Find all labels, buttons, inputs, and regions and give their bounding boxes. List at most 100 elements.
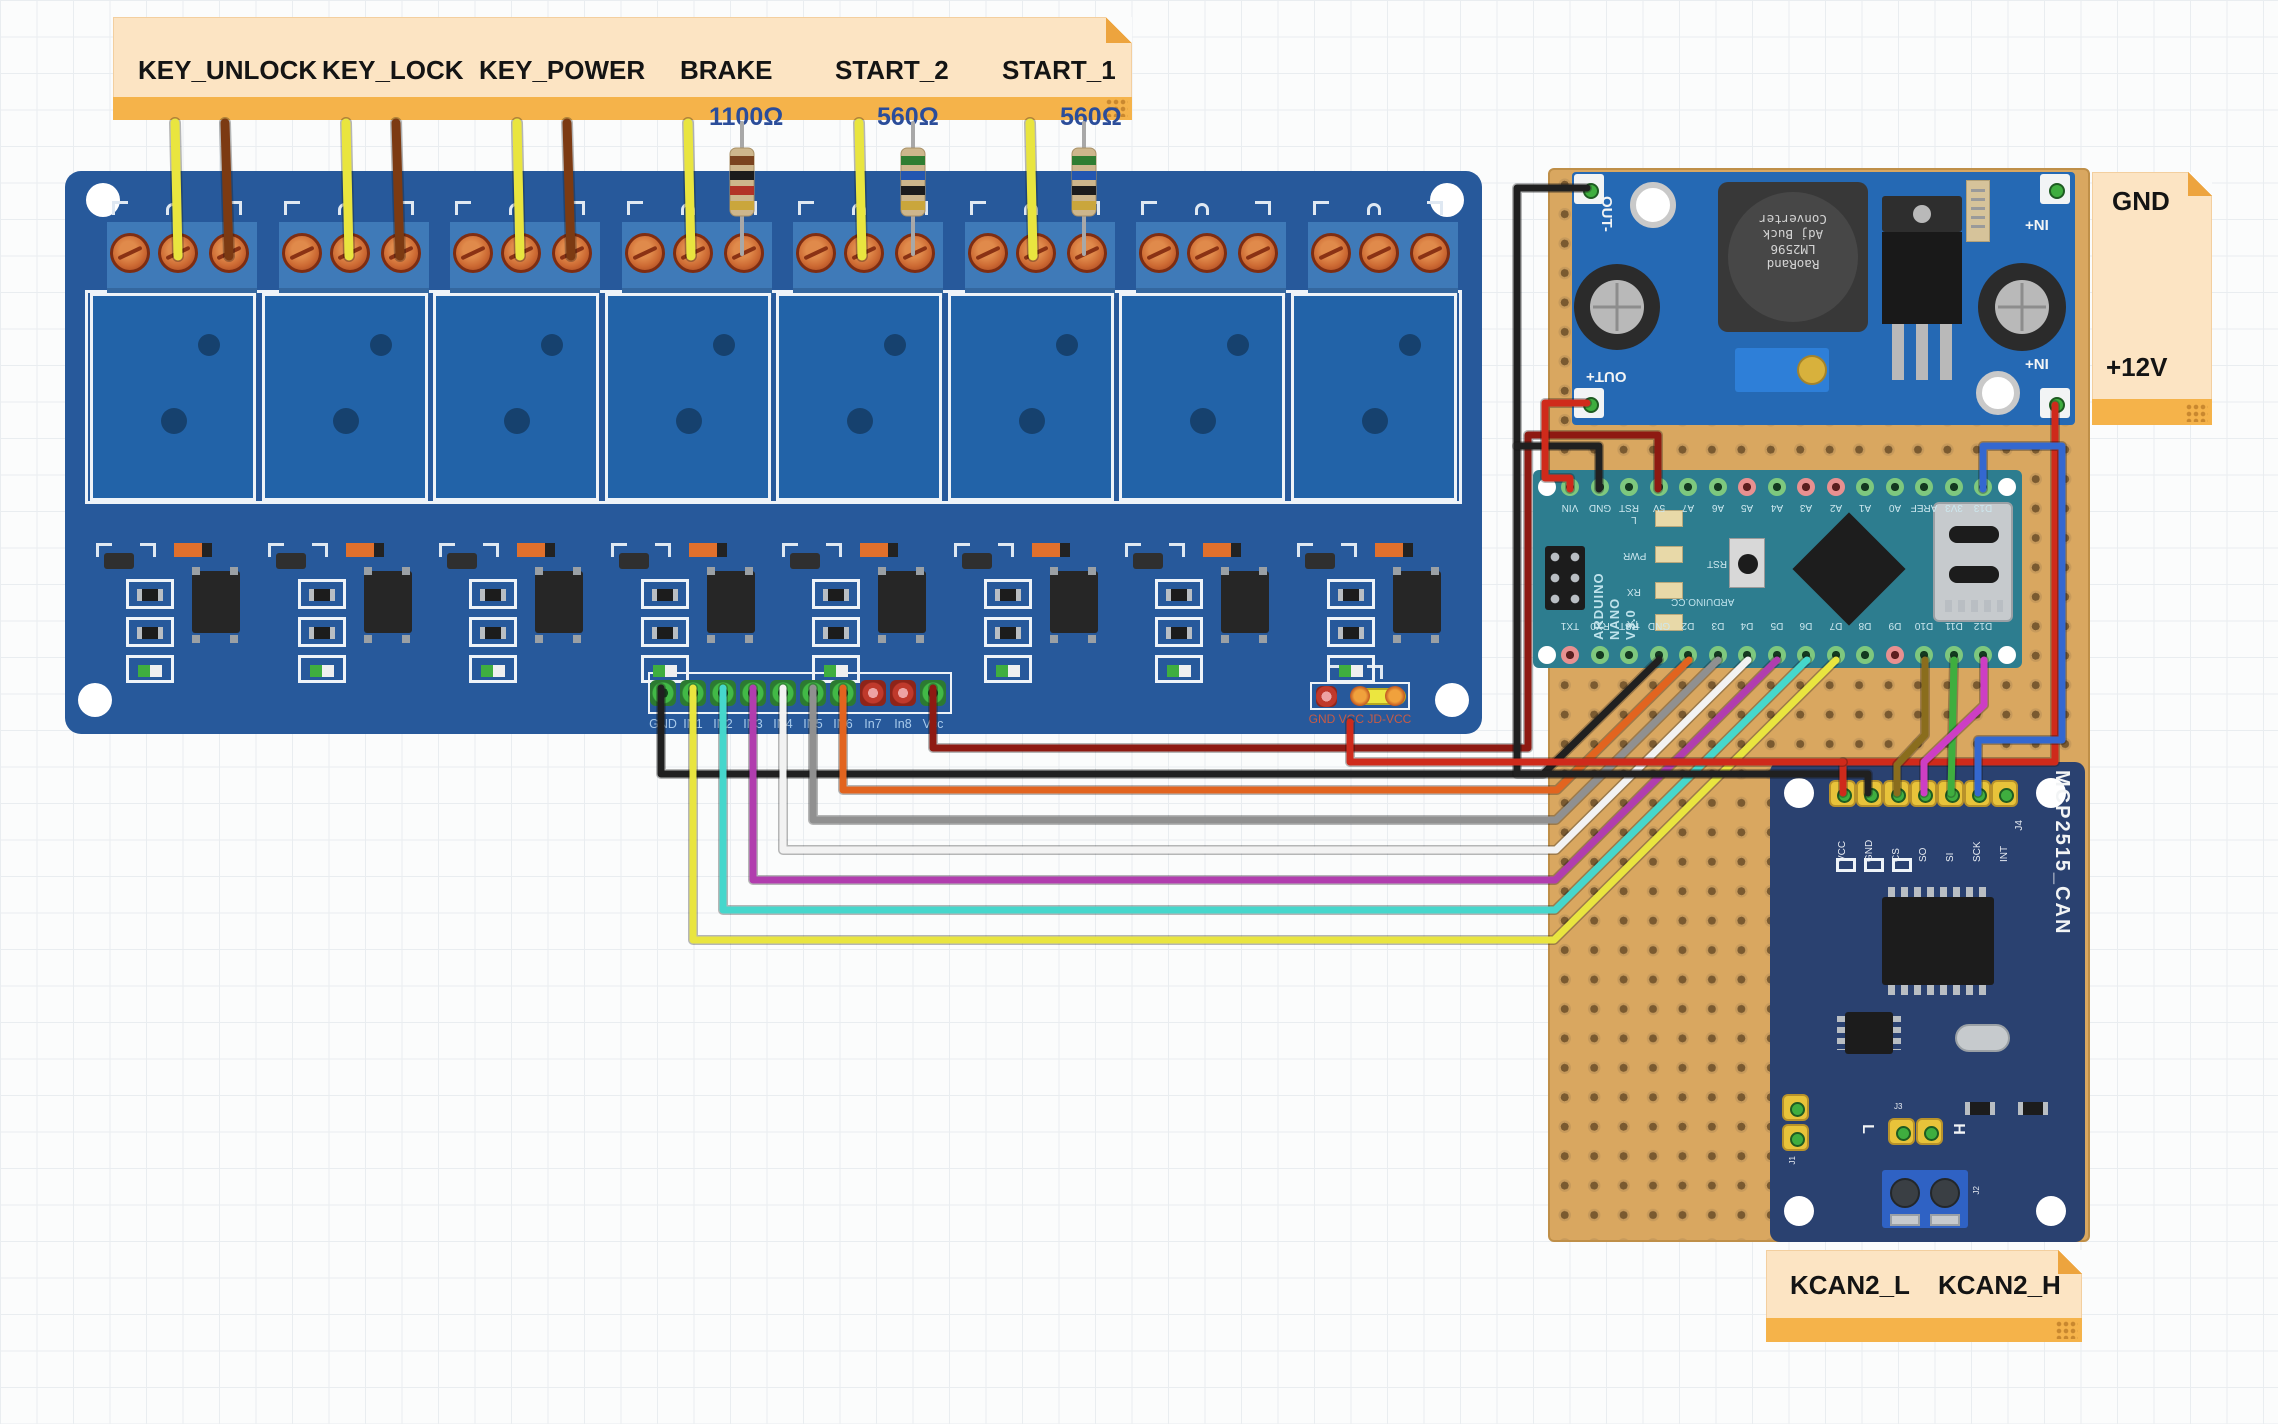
relay-board[interactable]: GND VCC JD-VCC GNDIN1IN2IN3IN4IN5IN6In7I… [65, 171, 1482, 734]
pin-a1[interactable] [1856, 478, 1874, 496]
terminal-screw[interactable] [552, 233, 592, 273]
out-plus-pad[interactable] [1574, 388, 1604, 418]
mcp-pin-so[interactable] [1910, 780, 1937, 807]
terminal-screw[interactable] [724, 233, 764, 273]
mcp-pin-cs[interactable] [1883, 780, 1910, 807]
pin-gnd[interactable] [1591, 478, 1609, 496]
terminal-screw[interactable] [1410, 233, 1450, 273]
pin-a6[interactable] [1709, 478, 1727, 496]
j3-pad-h[interactable] [1916, 1118, 1943, 1145]
pin-d10[interactable] [1915, 646, 1933, 664]
terminal-screw[interactable] [282, 233, 322, 273]
in-plus-pad[interactable] [2040, 388, 2070, 418]
icsp-header[interactable] [1545, 546, 1585, 610]
pin-aref[interactable] [1915, 478, 1933, 496]
pin-vin[interactable] [1561, 478, 1579, 496]
usb-connector[interactable] [1933, 502, 2013, 622]
input-pin-in3[interactable] [740, 680, 766, 706]
terminal-screw[interactable] [110, 233, 150, 273]
pin-d9[interactable] [1886, 646, 1904, 664]
contact-mark [798, 201, 814, 215]
vcc-pad[interactable] [1350, 686, 1370, 706]
terminal-screw[interactable] [330, 233, 370, 273]
terminal-screw[interactable] [453, 233, 493, 273]
screw-terminal[interactable] [1882, 1170, 1968, 1228]
input-pin-in1[interactable] [680, 680, 706, 706]
terminal-screw[interactable] [1139, 233, 1179, 273]
terminal-screw[interactable] [1016, 233, 1056, 273]
terminal-screw[interactable] [1067, 233, 1107, 273]
pin-d11[interactable] [1945, 646, 1963, 664]
mcp-pin-sck[interactable] [1964, 780, 1991, 807]
terminal-screw[interactable] [501, 233, 541, 273]
relay-dot [676, 408, 702, 434]
opto-leg [916, 567, 924, 575]
pin-a3[interactable] [1797, 478, 1815, 496]
pin-d13[interactable] [1974, 478, 1992, 496]
terminal-screw[interactable] [1359, 233, 1399, 273]
terminal-screw[interactable] [1311, 233, 1351, 273]
pin-d2[interactable] [1679, 646, 1697, 664]
arduino-nano-board[interactable]: ARDUINONANOV3.0 L PWR RX TX RST ARDUINO.… [1533, 470, 2022, 668]
input-pin-gnd[interactable] [650, 680, 676, 706]
terminal-screw[interactable] [673, 233, 713, 273]
terminal-screw[interactable] [625, 233, 665, 273]
pin-d7[interactable] [1827, 646, 1845, 664]
mcp-pin-int[interactable] [1991, 780, 2018, 807]
terminal-screw[interactable] [1187, 233, 1227, 273]
pin-a4[interactable] [1768, 478, 1786, 496]
optocoupler [535, 571, 583, 633]
gnd-pad[interactable] [1316, 686, 1337, 707]
relay-dot [1362, 408, 1388, 434]
pin-rx0[interactable] [1591, 646, 1609, 664]
input-pin-in2[interactable] [710, 680, 736, 706]
mcp2515-can-board[interactable]: MCP2515_CAN J4 J1 J3 L H J2 VCCGNDCSSO [1770, 762, 2085, 1242]
pin-5v[interactable] [1650, 478, 1668, 496]
input-pin-in4[interactable] [770, 680, 796, 706]
note-resize-grip[interactable] [2186, 404, 2208, 422]
pin-a5[interactable] [1738, 478, 1756, 496]
jdvcc-pad[interactable] [1385, 686, 1405, 706]
terminal-screw[interactable] [796, 233, 836, 273]
pin-d5[interactable] [1768, 646, 1786, 664]
j3-pad-l[interactable] [1888, 1118, 1915, 1145]
pin-a2[interactable] [1827, 478, 1845, 496]
pin-rst[interactable] [1620, 478, 1638, 496]
terminal-screw[interactable] [158, 233, 198, 273]
pin-d4[interactable] [1738, 646, 1756, 664]
pin-d12[interactable] [1974, 646, 1992, 664]
j1-pad[interactable] [1782, 1124, 1809, 1151]
input-pin-in7[interactable] [860, 680, 886, 706]
mcp-pin-gnd[interactable] [1856, 780, 1883, 807]
pin-gnd[interactable] [1650, 646, 1668, 664]
pin-tx1[interactable] [1561, 646, 1579, 664]
power-note[interactable]: GND +12V [2092, 172, 2212, 425]
pin-rst[interactable] [1620, 646, 1638, 664]
terminal-screw[interactable] [895, 233, 935, 273]
mcp-pin-vcc[interactable] [1829, 780, 1856, 807]
kcan-note[interactable]: KCAN2_L KCAN2_H [1766, 1250, 2082, 1342]
terminal-screw[interactable] [381, 233, 421, 273]
input-pin-in8[interactable] [890, 680, 916, 706]
terminal-screw[interactable] [968, 233, 1008, 273]
in-minus-pad[interactable] [2040, 174, 2070, 204]
reset-button[interactable] [1729, 538, 1765, 588]
buck-converter-board[interactable]: OUT- OUT+ +NI +NI RaoRandLM2596 Adj Buck… [1572, 172, 2075, 425]
signal-names-note[interactable]: KEY_UNLOCKKEY_LOCKKEY_POWERBRAKESTART_2S… [113, 17, 1132, 120]
note-resize-grip[interactable] [2056, 1321, 2078, 1339]
pin-a0[interactable] [1886, 478, 1904, 496]
pin-d8[interactable] [1856, 646, 1874, 664]
mcp-pin-si[interactable] [1937, 780, 1964, 807]
input-pin-in5[interactable] [800, 680, 826, 706]
input-pin-vcc[interactable] [920, 680, 946, 706]
terminal-screw[interactable] [1238, 233, 1278, 273]
pin-d6[interactable] [1797, 646, 1815, 664]
input-pin-in6[interactable] [830, 680, 856, 706]
pin-d3[interactable] [1709, 646, 1727, 664]
terminal-screw[interactable] [844, 233, 884, 273]
terminal-screw[interactable] [209, 233, 249, 273]
j1-pad[interactable] [1782, 1094, 1809, 1121]
pin-a7[interactable] [1679, 478, 1697, 496]
relay [262, 293, 428, 501]
pin-3v3[interactable] [1945, 478, 1963, 496]
